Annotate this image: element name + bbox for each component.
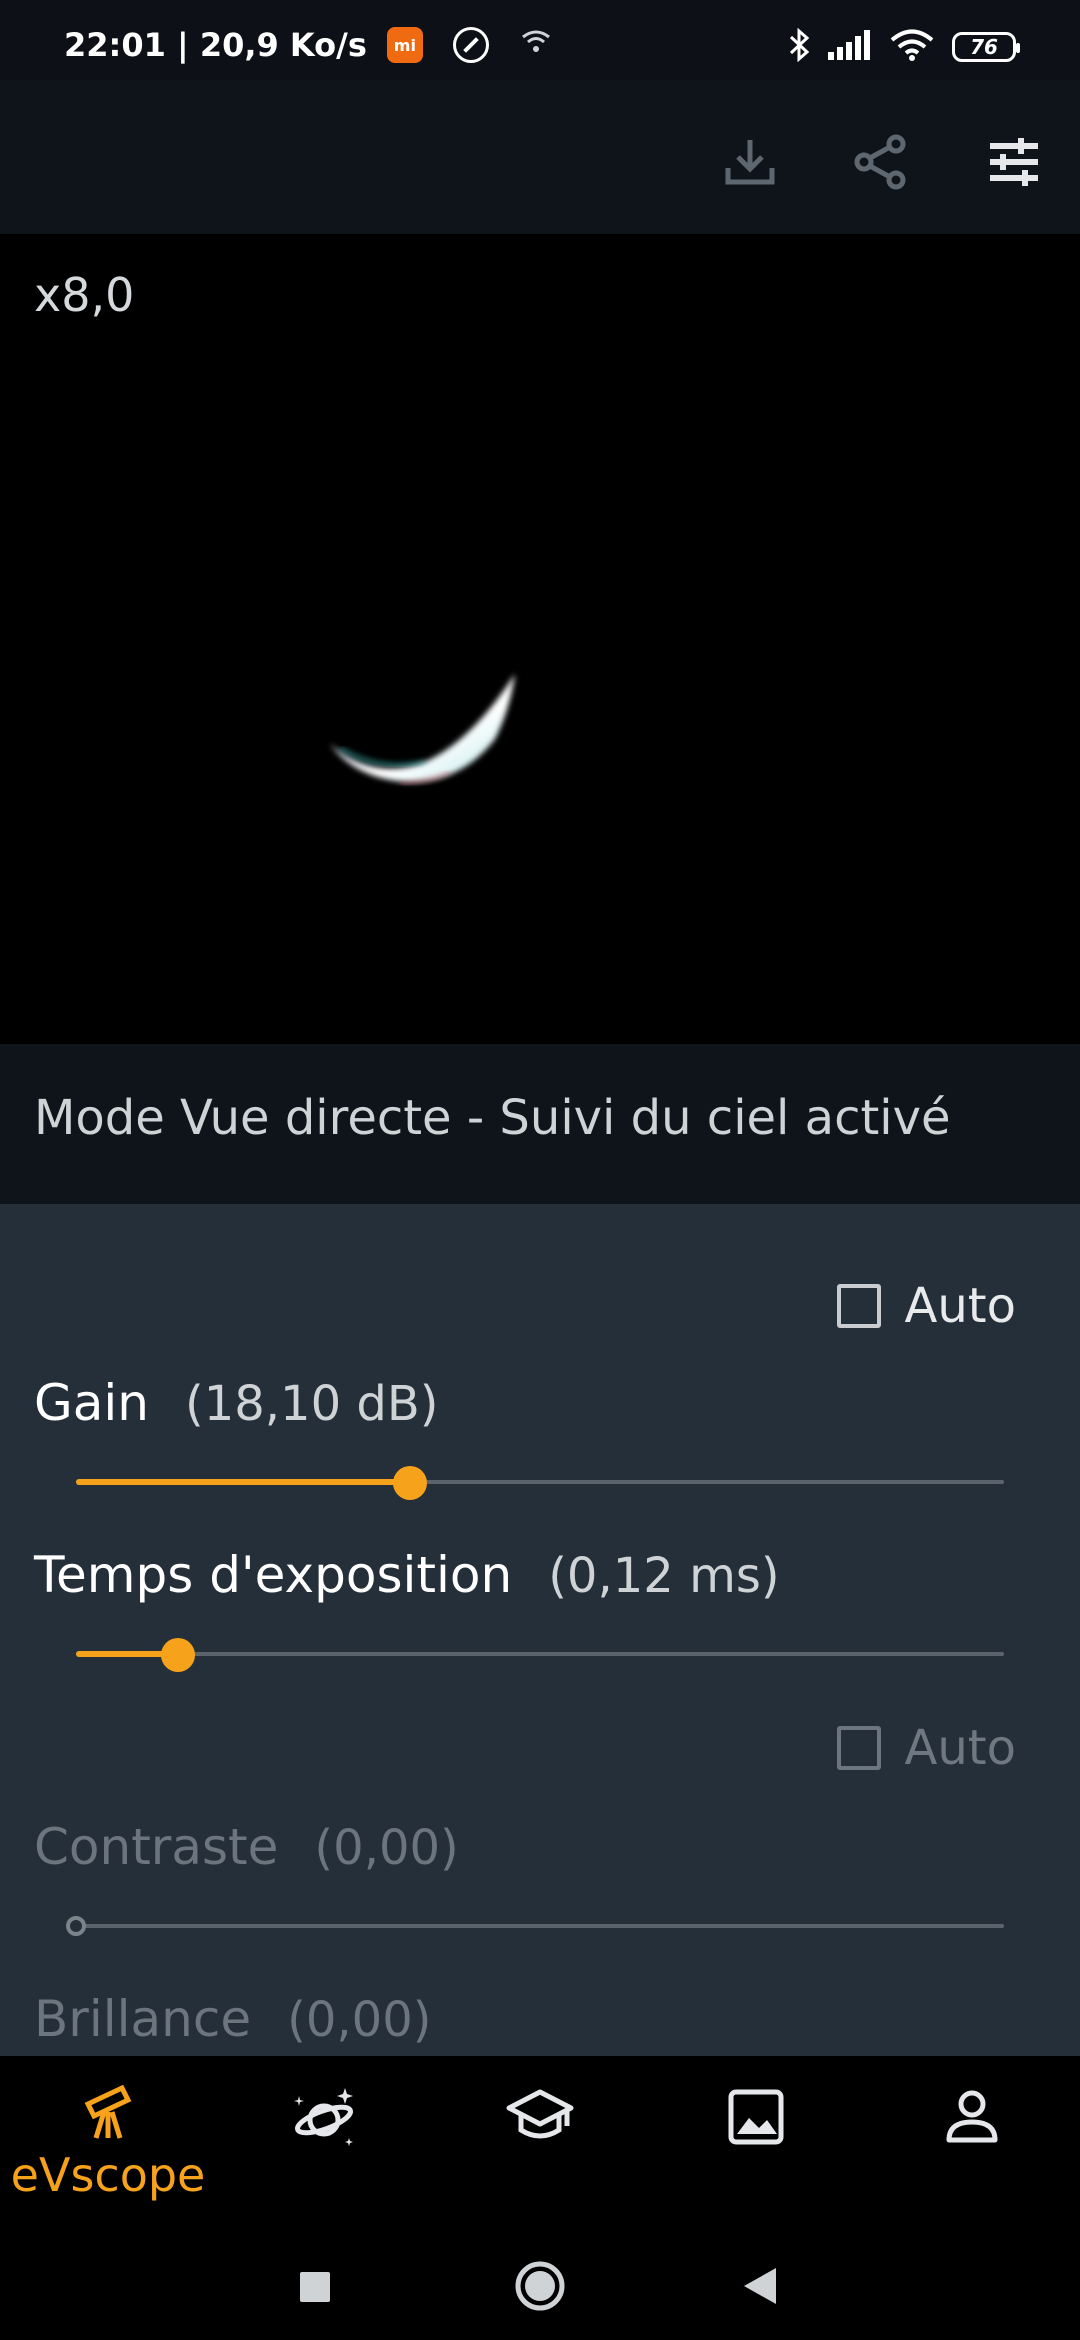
brightness-label: Brillance [34, 1990, 252, 2048]
system-navigation-bar [0, 2236, 1080, 2340]
nav-label: eVscope [10, 2148, 206, 2202]
gain-auto-toggle[interactable]: Auto [836, 1278, 1016, 1334]
mode-status-bar: Mode Vue directe - Suivi du ciel activé [0, 1044, 1080, 1204]
settings-panel: Auto Gain (18,10 dB) Temps d'exposition … [0, 1204, 1080, 2056]
gain-label: Gain [34, 1374, 149, 1432]
contrast-label: Contraste [34, 1818, 279, 1876]
telescope-icon [78, 2082, 138, 2146]
signal-icon [828, 30, 872, 64]
slider-track [76, 1924, 1004, 1928]
wifi-question-icon [521, 29, 551, 62]
status-bar: 22:01 | 20,9 Ko/s mi 76 [0, 0, 1080, 80]
gain-label-row: Gain (18,10 dB) [34, 1374, 439, 1432]
slider-thumb[interactable] [393, 1466, 428, 1500]
top-toolbar [0, 80, 1080, 234]
brightness-label-row: Brillance (0,00) [34, 1990, 431, 2048]
status-right: 76 [788, 27, 1020, 66]
nav-profile[interactable] [892, 2082, 1052, 2202]
contrast-slider[interactable] [66, 1906, 1004, 1946]
contrast-label-row: Contraste (0,00) [34, 1818, 459, 1876]
nav-gallery[interactable] [676, 2082, 836, 2202]
compass-notification-icon [452, 27, 489, 63]
auto-label: Auto [904, 1278, 1016, 1334]
auto-checkbox[interactable] [836, 1284, 881, 1328]
nav-evscope[interactable]: eVscope [11, 2082, 205, 2202]
exposure-slider[interactable] [76, 1634, 1004, 1674]
home-icon[interactable] [514, 2260, 566, 2316]
bottom-navigation: eVscope [0, 2056, 1080, 2236]
exposure-label: Temps d'exposition [34, 1546, 513, 1604]
nav-planets[interactable] [244, 2082, 404, 2202]
battery-icon: 76 [952, 32, 1020, 62]
slider-thumb[interactable] [66, 1916, 86, 1936]
download-icon[interactable] [718, 130, 782, 194]
graduation-cap-icon [505, 2082, 575, 2156]
slider-track [76, 1652, 1004, 1656]
share-icon[interactable] [850, 130, 914, 194]
auto-checkbox[interactable] [836, 1726, 881, 1770]
zoom-level: x8,0 [34, 268, 135, 322]
recents-icon[interactable] [298, 2270, 332, 2308]
back-icon[interactable] [740, 2266, 780, 2310]
nav-learn[interactable] [460, 2082, 620, 2202]
person-icon [937, 2082, 1007, 2156]
bluetooth-icon [788, 27, 810, 66]
auto-label: Auto [904, 1720, 1016, 1776]
status-time-speed: 22:01 | 20,9 Ko/s [64, 26, 367, 64]
gain-slider[interactable] [76, 1462, 1004, 1502]
status-left: 22:01 | 20,9 Ko/s mi [64, 26, 551, 64]
contrast-auto-toggle[interactable]: Auto [836, 1720, 1016, 1776]
app-notification-icon: mi [386, 27, 423, 63]
mode-status-text: Mode Vue directe - Suivi du ciel activé [34, 1090, 951, 1146]
exposure-label-row: Temps d'exposition (0,12 ms) [34, 1546, 780, 1604]
brightness-value: (0,00) [287, 1992, 432, 2048]
exposure-value: (0,12 ms) [548, 1548, 780, 1604]
crescent-moon-image [330, 674, 515, 786]
planet-icon [289, 2082, 359, 2156]
gain-value: (18,10 dB) [184, 1376, 439, 1432]
slider-fill [76, 1479, 411, 1485]
tune-icon[interactable] [982, 130, 1046, 194]
contrast-value: (0,00) [314, 1820, 459, 1876]
battery-level: 76 [970, 35, 998, 59]
slider-thumb[interactable] [161, 1638, 196, 1672]
wifi-icon [890, 29, 934, 65]
image-icon [721, 2082, 791, 2156]
live-view-image[interactable]: x8,0 [0, 234, 1080, 1044]
